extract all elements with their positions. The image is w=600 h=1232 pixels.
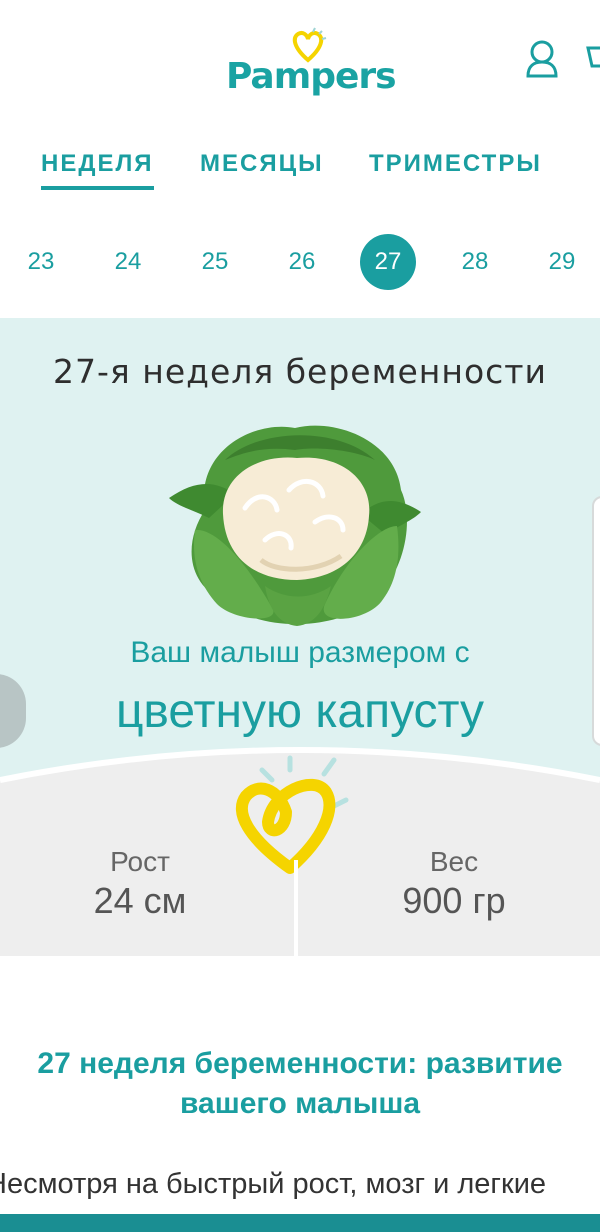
bottom-navigation-bar[interactable] [0,1214,600,1232]
week-item-28[interactable]: 28 [447,234,503,290]
week-item-25[interactable]: 25 [187,234,243,290]
next-week-button[interactable] [592,496,600,746]
article-body: Несмотря на быстрый рост, мозг и легкие [0,1168,547,1200]
stats-divider [294,860,298,956]
tab-week[interactable]: НЕДЕЛЯ [41,150,154,194]
logo-wordmark: Pampers [226,56,397,97]
week-selector: 23 24 25 26 27 28 29 [0,230,600,294]
pampers-logo[interactable]: Pampers [220,14,397,104]
height-label: Рост [110,846,170,877]
height-value: 24 см [93,880,187,921]
period-tabs: НЕДЕЛЯ МЕСЯЦЫ ТРИМЕСТРЫ [0,150,600,194]
weight-value: 900 гр [402,880,506,921]
tab-trimesters[interactable]: ТРИМЕСТРЫ [369,150,542,194]
week-item-24[interactable]: 24 [100,234,156,290]
size-comparison-fruit: цветную капусту [115,685,485,738]
size-comparison-label: Ваш малыш размером с [130,636,470,669]
app-header: Pampers [0,0,600,120]
tab-months[interactable]: МЕСЯЦЫ [200,150,324,194]
week-item-27-selected[interactable]: 27 [360,234,416,290]
cauliflower-illustration [169,425,421,626]
week-item-29[interactable]: 29 [534,234,590,290]
weight-label: Вес [429,846,479,877]
cart-icon[interactable] [586,40,600,76]
article-title: 27 неделя беременности: развитие вашего … [0,1044,600,1124]
article-title-line2: вашего малыша [179,1087,421,1120]
article-title-line1: 27 неделя беременности: развитие [37,1047,563,1080]
week-item-26[interactable]: 26 [274,234,330,290]
user-icon[interactable] [522,38,562,80]
week-title: 27-я неделя беременности [53,352,547,391]
week-item-23[interactable]: 23 [13,234,69,290]
